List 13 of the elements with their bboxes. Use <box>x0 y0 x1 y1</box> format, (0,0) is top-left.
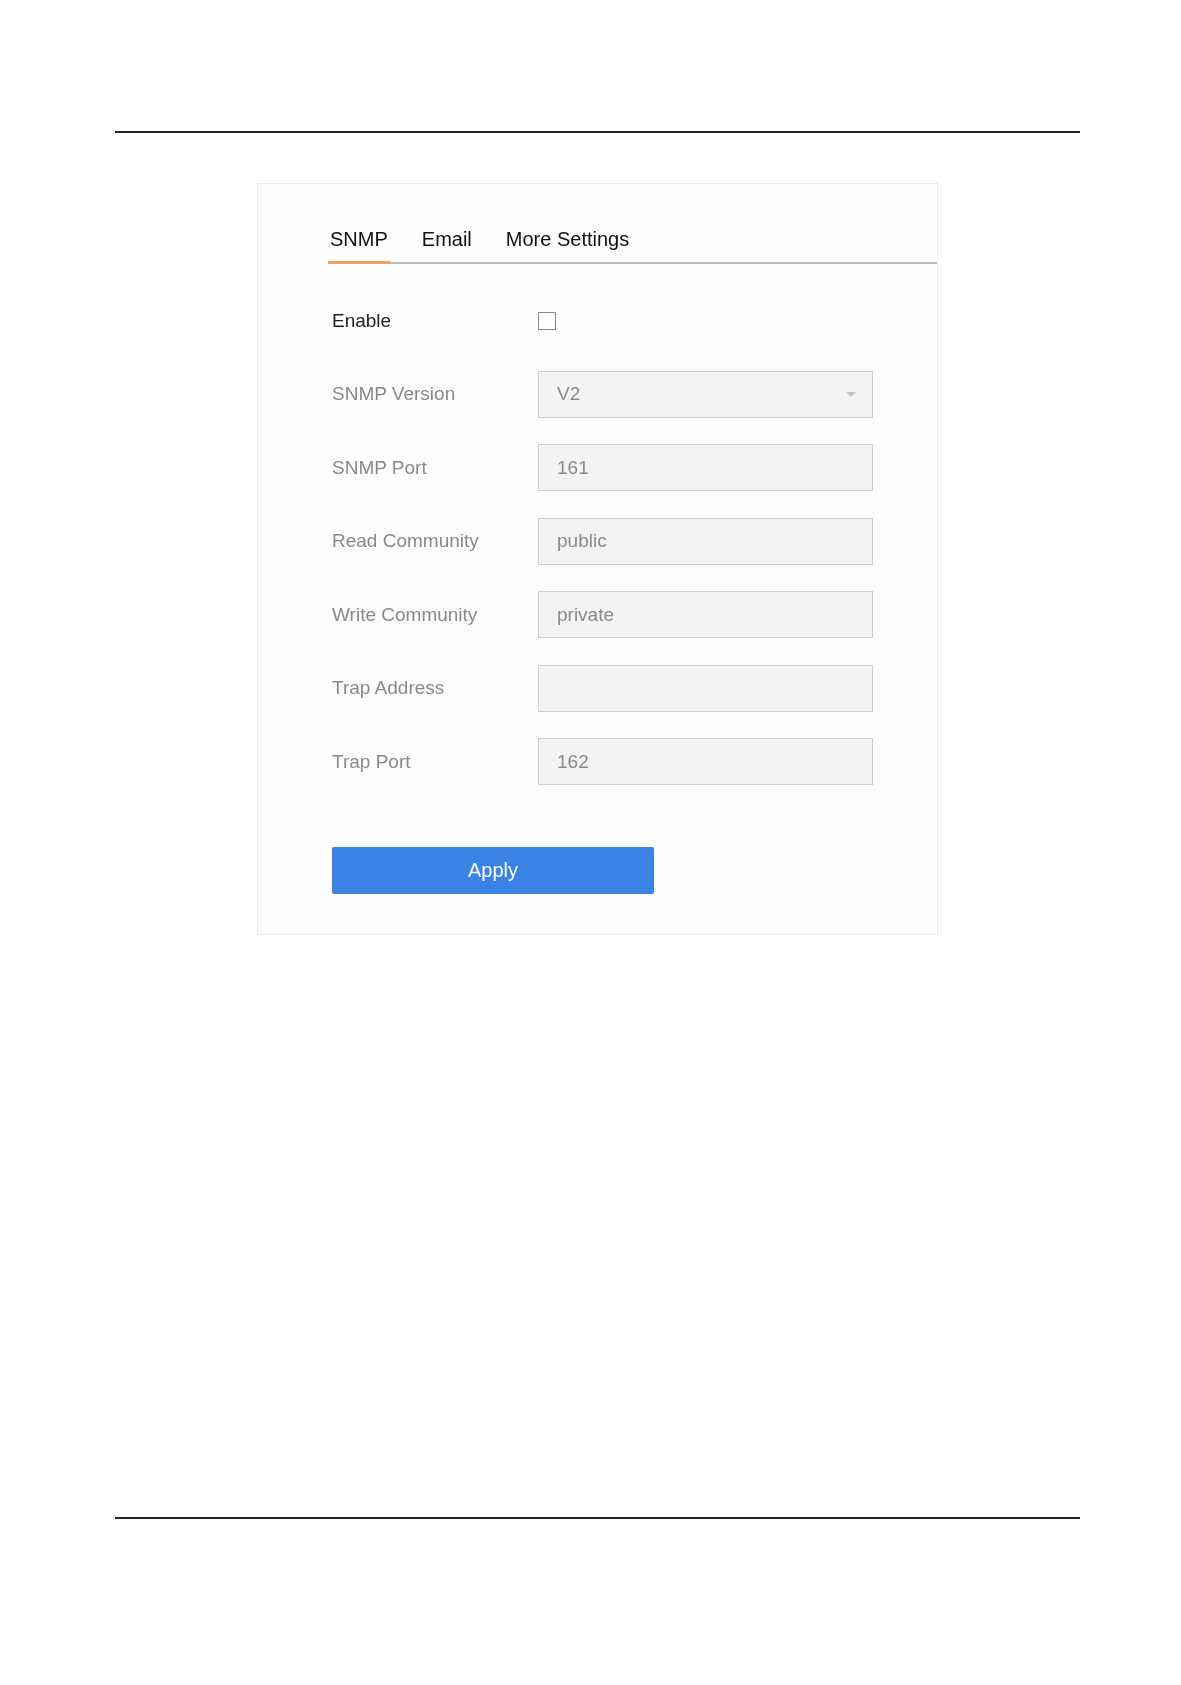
field-label: Enable <box>332 309 393 332</box>
field-label: Trap Address <box>332 677 446 700</box>
field-label: Trap Port <box>332 750 412 773</box>
field-label: Write Community <box>332 603 479 626</box>
field-label: Read Community <box>332 530 480 553</box>
tab[interactable]: SNMP <box>328 228 390 264</box>
field-label: SNMP Version <box>332 383 457 406</box>
checkbox[interactable] <box>538 311 556 330</box>
caret-icon <box>846 391 856 397</box>
tab[interactable]: More Settings <box>503 228 632 264</box>
tab[interactable]: Email <box>419 228 474 264</box>
field-label: SNMP Port <box>332 456 428 479</box>
apply-button[interactable]: Apply <box>332 846 654 894</box>
